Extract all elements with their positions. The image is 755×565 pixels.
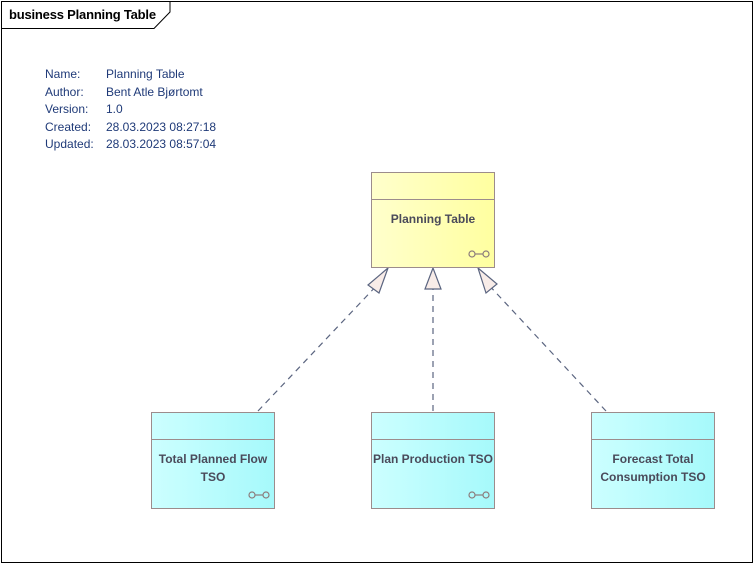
element-header	[372, 413, 494, 440]
element-label: Planning Table	[390, 212, 476, 226]
note-key: Author:	[45, 84, 84, 99]
note-row-updated: Updated: 28.03.2023 08:57:04	[45, 136, 216, 154]
note-row-version: Version: 1.0	[45, 101, 216, 119]
element-label-line1: Total Planned Flow	[158, 452, 268, 466]
note-value: 28.03.2023 08:57:04	[106, 137, 217, 151]
note-row-created: Created: 28.03.2023 08:27:18	[45, 119, 216, 137]
note-value: Planning Table	[106, 67, 185, 81]
note-value: 28.03.2023 08:27:18	[106, 119, 217, 134]
note-value: Bent Atle Bjørtomt	[106, 84, 203, 99]
note-value: 1.0	[106, 102, 123, 116]
element-planning-table[interactable]: Planning Table	[371, 172, 495, 268]
element-label-line2: TSO	[200, 470, 226, 484]
note-key: Name:	[45, 67, 81, 81]
note-key: Version:	[45, 102, 89, 116]
element-header	[152, 413, 274, 440]
element-plan-production-tso[interactable]: Plan Production TSO	[371, 412, 495, 509]
element-forecast-total-consumption-tso[interactable]: Forecast Total Consumption TSO	[591, 412, 715, 509]
note-key: Created:	[45, 119, 92, 134]
link-icon	[248, 491, 270, 499]
diagram-notes: Name: Planning Table Author: Bent Atle B…	[45, 66, 216, 154]
element-label-line2: Consumption TSO	[600, 470, 706, 484]
note-key: Updated:	[45, 137, 94, 151]
element-total-planned-flow-tso[interactable]: Total Planned Flow TSO	[151, 412, 275, 509]
note-row-author: Author: Bent Atle Bjørtomt	[45, 84, 216, 102]
element-header	[592, 413, 714, 440]
element-header	[372, 173, 494, 200]
note-row-name: Name: Planning Table	[45, 66, 216, 84]
frame-title: business Planning Table	[9, 7, 156, 22]
link-icon	[468, 491, 490, 499]
element-label-line1: Forecast Total	[612, 452, 694, 466]
link-icon	[468, 250, 490, 258]
element-label: Plan Production TSO	[372, 452, 493, 466]
